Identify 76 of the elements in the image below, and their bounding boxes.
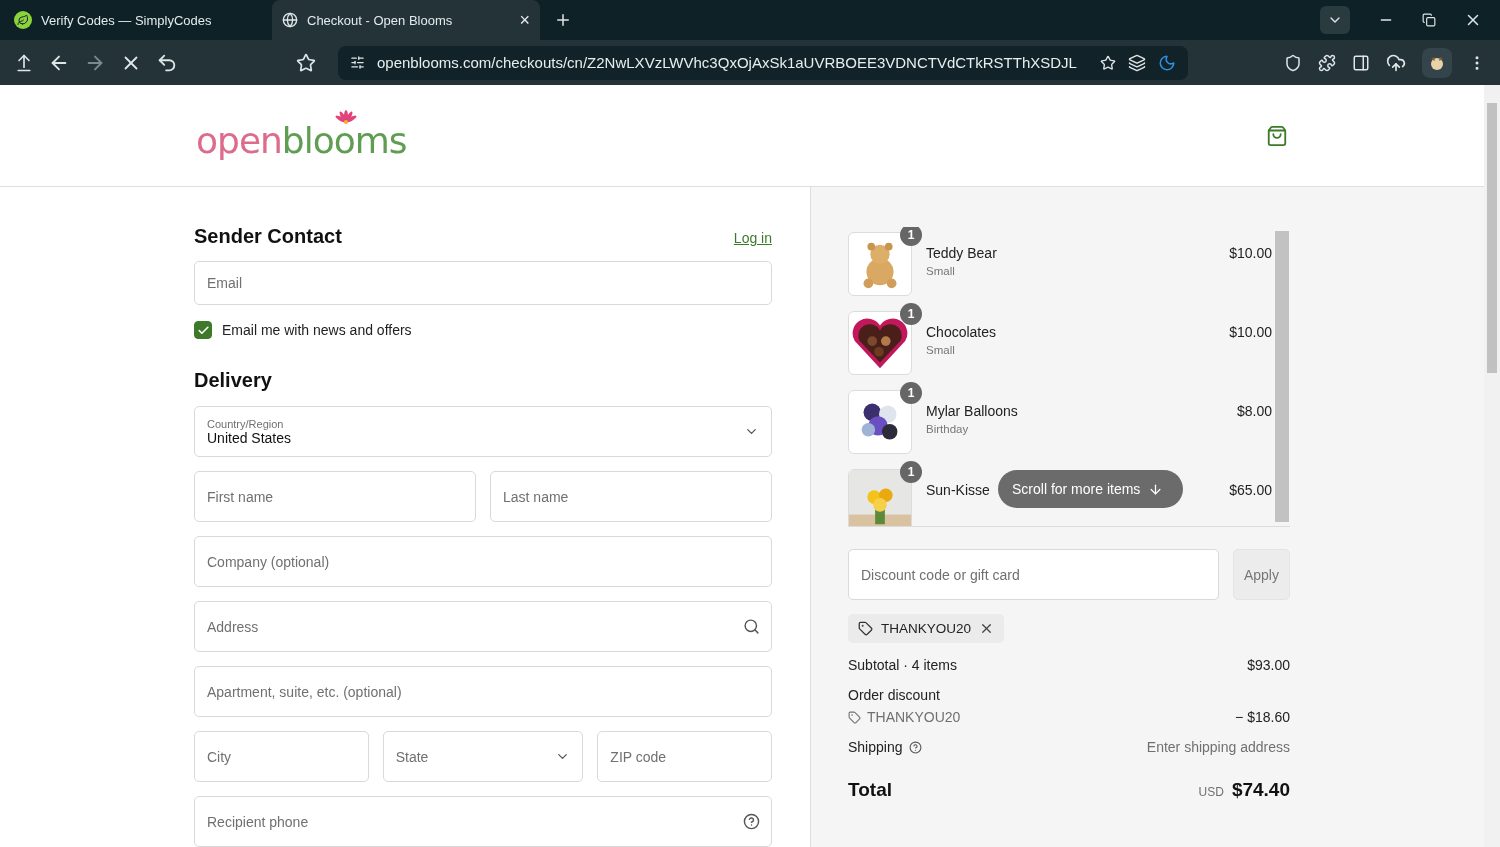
item-name: Mylar Balloons: [926, 403, 1018, 419]
discount-code: THANKYOU20: [867, 709, 961, 725]
quantity-badge: 1: [900, 303, 922, 325]
quantity-badge: 1: [900, 382, 922, 404]
item-name: Teddy Bear: [926, 245, 997, 261]
summary-label: Shipping: [848, 739, 903, 755]
browser-tab[interactable]: Checkout - Open Blooms ×: [272, 0, 540, 40]
input-field[interactable]: Email: [194, 261, 772, 305]
input-field[interactable]: City: [194, 731, 369, 782]
discount-code: THANKYOU20: [881, 621, 972, 636]
tag-icon: [848, 710, 861, 724]
new-tab-icon[interactable]: [554, 11, 572, 29]
summary-value: Enter shipping address: [1146, 739, 1290, 755]
quantity-badge: 1: [900, 461, 922, 483]
puzzle-icon[interactable]: [1318, 53, 1336, 72]
input-field[interactable]: Company (optional): [194, 536, 772, 587]
summary-label: Subtotal · 4 items: [848, 657, 957, 673]
item-price: $65.00: [1229, 481, 1272, 498]
select-field[interactable]: State: [382, 731, 584, 782]
quantity-badge: 1: [900, 227, 922, 246]
input-field[interactable]: Recipient phone: [194, 796, 772, 847]
item-name: Sun-Kisse: [926, 482, 990, 498]
field-placeholder: State: [395, 748, 430, 765]
discount-field[interactable]: Discount code or gift card: [848, 549, 1219, 600]
input-field[interactable]: First name: [194, 471, 476, 522]
arrow-down-icon: [1148, 481, 1164, 497]
help-icon[interactable]: [743, 813, 760, 830]
login-link[interactable]: Log in: [733, 230, 772, 246]
help-icon: [908, 740, 922, 754]
input-field[interactable]: Apartment, suite, etc. (optional): [194, 666, 772, 717]
tab-search-button[interactable]: [1320, 6, 1350, 34]
input-field[interactable]: ZIP code: [597, 731, 772, 782]
check-icon: [196, 323, 210, 337]
logo: openblooms: [196, 108, 407, 163]
summary-label: Order discount: [848, 687, 940, 703]
globe-icon: [282, 12, 298, 28]
avatar-icon[interactable]: [1422, 47, 1452, 78]
search-icon: [743, 618, 760, 635]
select-field[interactable]: Country/Region United States: [194, 406, 772, 457]
restore-icon[interactable]: [1422, 13, 1436, 27]
cloud-upload-icon[interactable]: [1386, 52, 1406, 73]
moon-icon[interactable]: [1158, 53, 1176, 72]
close-tab-button[interactable]: ×: [519, 9, 530, 31]
field-value: United States: [207, 429, 293, 446]
shopping-bag-icon[interactable]: [1266, 124, 1288, 147]
section-heading: Delivery: [194, 369, 273, 392]
browser-tab[interactable]: Verify Codes — SimplyCodes: [4, 0, 272, 40]
side-panel-icon[interactable]: [1352, 53, 1370, 72]
site-settings-icon: [350, 55, 365, 70]
field-label: Country/Region: [207, 417, 285, 430]
apply-button[interactable]: Apply: [1232, 549, 1290, 600]
item-price: $8.00: [1236, 402, 1272, 419]
currency-code: USD: [1198, 785, 1224, 799]
total-value: $74.40: [1231, 779, 1290, 800]
input-field[interactable]: Address: [194, 601, 772, 652]
input-field[interactable]: Last name: [490, 471, 772, 522]
shield-icon[interactable]: [1284, 53, 1302, 72]
tag-icon: [858, 621, 873, 636]
item-variant: Birthday: [926, 423, 969, 435]
layers-icon[interactable]: [1128, 53, 1146, 72]
section-heading: Sender Contact: [194, 225, 342, 248]
item-price: $10.00: [1229, 244, 1272, 261]
star-icon[interactable]: [296, 52, 316, 73]
checkbox[interactable]: [194, 321, 212, 339]
leaf-icon: [14, 11, 32, 29]
summary-value: $93.00: [1247, 657, 1290, 673]
scroll-hint-button[interactable]: Scroll for more items: [998, 470, 1184, 508]
item-price: $10.00: [1229, 323, 1272, 340]
item-variant: Small: [926, 265, 955, 277]
checkbox-label: Email me with news and offers: [222, 322, 412, 338]
summary-value: − $18.60: [1235, 709, 1290, 725]
item-name: Chocolates: [926, 324, 997, 340]
item-variant: Small: [926, 344, 955, 356]
total-label: Total: [848, 779, 892, 801]
upload-tray-icon[interactable]: [14, 52, 34, 73]
star-icon[interactable]: [1100, 54, 1116, 71]
